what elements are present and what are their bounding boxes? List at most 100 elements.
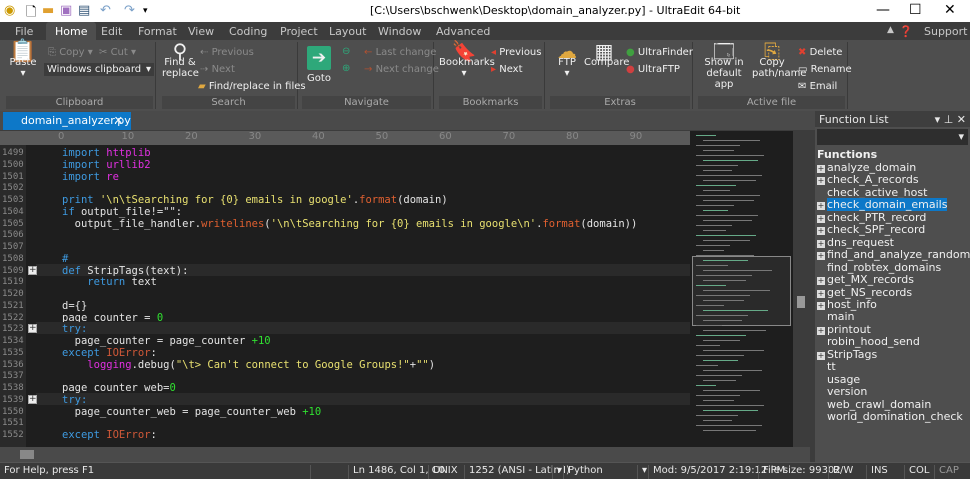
scrollbar-thumb[interactable] [20,450,34,459]
redo-icon[interactable]: ↷ [124,3,135,18]
encoding-dropdown-icon[interactable]: ▾ [552,465,562,479]
code-line[interactable]: if output_file!="": [62,206,182,218]
minimize-button[interactable]: — [876,2,890,18]
bookmark-next-button[interactable]: ▸ Next [491,64,523,75]
back-icon[interactable]: ⊖ [342,46,350,57]
function-list-item[interactable]: + printout [817,323,871,336]
tab-format[interactable]: Format [138,25,177,38]
rename-button[interactable]: ▭ Rename [798,64,852,75]
ftp-button[interactable]: ☁ FTP ▾ [552,41,582,79]
fold-toggle-icon[interactable]: + [28,324,37,334]
code-line[interactable]: output_file_handler.writelines('\n\tSear… [62,218,638,230]
email-button[interactable]: ✉ Email [798,81,837,92]
status-col[interactable]: COL [904,465,934,479]
function-list-item[interactable]: +find_and_analyze_random_domain [817,248,970,261]
function-list-item[interactable]: tt [817,360,836,373]
last-change-button[interactable]: ← Last change [364,47,436,58]
tab-home[interactable]: Home [46,22,97,40]
function-list-item[interactable]: robin_hood_send [817,335,920,348]
function-list-item[interactable]: + StripTags [817,348,877,361]
tab-coding[interactable]: Coding [229,25,267,38]
expand-icon[interactable]: + [817,301,825,310]
panel-controls[interactable]: ▾ ⊥ ✕ [935,113,966,126]
expand-icon[interactable]: + [817,351,825,360]
support-link[interactable]: Support [924,25,967,38]
code-line[interactable]: page_counter_web = page_counter_web +10 [62,406,322,418]
expand-icon[interactable]: + [817,214,825,223]
cut-button[interactable]: ✂ Cut ▾ [99,47,136,58]
scrollbar-thumb[interactable] [797,296,805,308]
close-tab-icon[interactable]: ✕ [114,114,123,127]
function-filter-dropdown[interactable]: ▾ [817,129,968,145]
code-line[interactable]: logging.debug("\t> Can't connect to Goog… [62,359,435,371]
expand-icon[interactable]: + [817,177,825,186]
code-line[interactable]: try: [62,394,87,406]
function-list-item[interactable]: + dns_request [817,236,894,249]
function-list-item[interactable]: version [817,385,867,398]
clipboard-select[interactable]: Windows clipboard ▾ [44,63,154,76]
print-icon[interactable]: ▤ [78,3,90,18]
function-list-item[interactable]: usage [817,373,860,386]
fold-toggle-icon[interactable]: + [28,265,37,275]
code-line[interactable]: def StripTags(text): [62,265,188,277]
tab-view[interactable]: View [188,25,214,38]
status-language[interactable]: Python [563,465,603,479]
expand-icon[interactable]: + [817,165,825,173]
function-list-item[interactable]: + host_info [817,298,877,311]
status-ins[interactable]: INS [866,465,904,479]
language-dropdown-icon[interactable]: ▾ [637,465,647,479]
code-line[interactable]: except IOError: [62,429,157,441]
function-list-item[interactable]: web_crawl_domain [817,398,931,411]
status-rw[interactable]: R/W [828,465,866,479]
vertical-scrollbar[interactable] [793,131,810,447]
save-icon[interactable]: ▣ [60,3,72,18]
code-line[interactable]: try: [62,323,87,335]
bookmark-previous-button[interactable]: ◂ Previous [491,47,541,58]
code-editor[interactable]: 1499 1500 1501 1502 1503 1504 1505 1506 1507 1508… [0,145,690,447]
close-button[interactable]: ✕ [944,2,956,18]
copy-button[interactable]: ⎘ Copy ▾ [48,47,93,58]
function-list-item[interactable]: world_domination_check [817,410,963,423]
find-previous-button[interactable]: ⇠ Previous [200,47,254,58]
horizontal-scrollbar[interactable] [0,447,810,462]
find-next-button[interactable]: ⇢ Next [200,64,235,75]
expand-icon[interactable]: + [817,239,825,248]
function-list-item[interactable]: + check_domain_emails [817,198,948,212]
open-folder-icon[interactable]: ▬ [42,3,54,18]
find-replace-button[interactable]: ⚲ Find & replace [162,41,199,79]
minimap[interactable] [690,131,793,447]
tab-edit[interactable]: Edit [101,25,122,38]
expand-icon[interactable]: + [817,326,825,335]
find-in-files-button[interactable]: ▰ Find/replace in files [198,81,306,92]
code-line[interactable]: page_counter = page_counter +10 [62,335,271,347]
function-list-item[interactable]: + get_NS_records [817,286,912,299]
delete-button[interactable]: ✖ Delete [798,47,842,58]
code-line[interactable]: import urllib2 [62,159,151,171]
maximize-button[interactable]: ☐ [909,2,922,18]
function-list-item[interactable]: check_active_host [817,186,927,199]
status-line-ending[interactable]: UNIX [428,465,458,479]
tab-project[interactable]: Project [280,25,318,38]
code-line[interactable]: print '\n\tSearching for {0} emails in g… [62,194,448,206]
customize-dropdown-icon[interactable]: ▾ [143,6,148,16]
forward-icon[interactable]: ⊕ [342,63,350,74]
function-list-item[interactable]: + check_SPF_record [817,223,925,236]
expand-icon[interactable]: + [817,289,825,298]
tab-layout[interactable]: Layout [329,25,366,38]
goto-button[interactable]: ➔ Goto [304,46,334,84]
copy-path-button[interactable]: ⎘ Copy path/name [752,41,806,79]
functions-root[interactable]: Functions [817,148,877,161]
expand-icon[interactable]: + [817,252,825,261]
function-list-item[interactable]: + analyze_domain [817,161,916,174]
paste-button[interactable]: 📋 Paste ▾ [8,41,38,80]
expand-icon[interactable]: + [817,202,825,211]
fold-toggle-icon[interactable]: + [28,394,37,404]
expand-icon[interactable]: + [817,277,825,286]
undo-icon[interactable]: ↶ [100,3,111,18]
document-tab[interactable]: domain_analyzer.py ✕ [3,112,131,130]
code-line[interactable]: return text [62,276,157,288]
tab-file[interactable]: File [15,25,33,38]
help-icon[interactable]: ❓ [899,25,913,38]
ultrafinder-button[interactable]: ● UltraFinder [626,47,693,58]
code-line[interactable]: except IOError: [62,347,157,359]
